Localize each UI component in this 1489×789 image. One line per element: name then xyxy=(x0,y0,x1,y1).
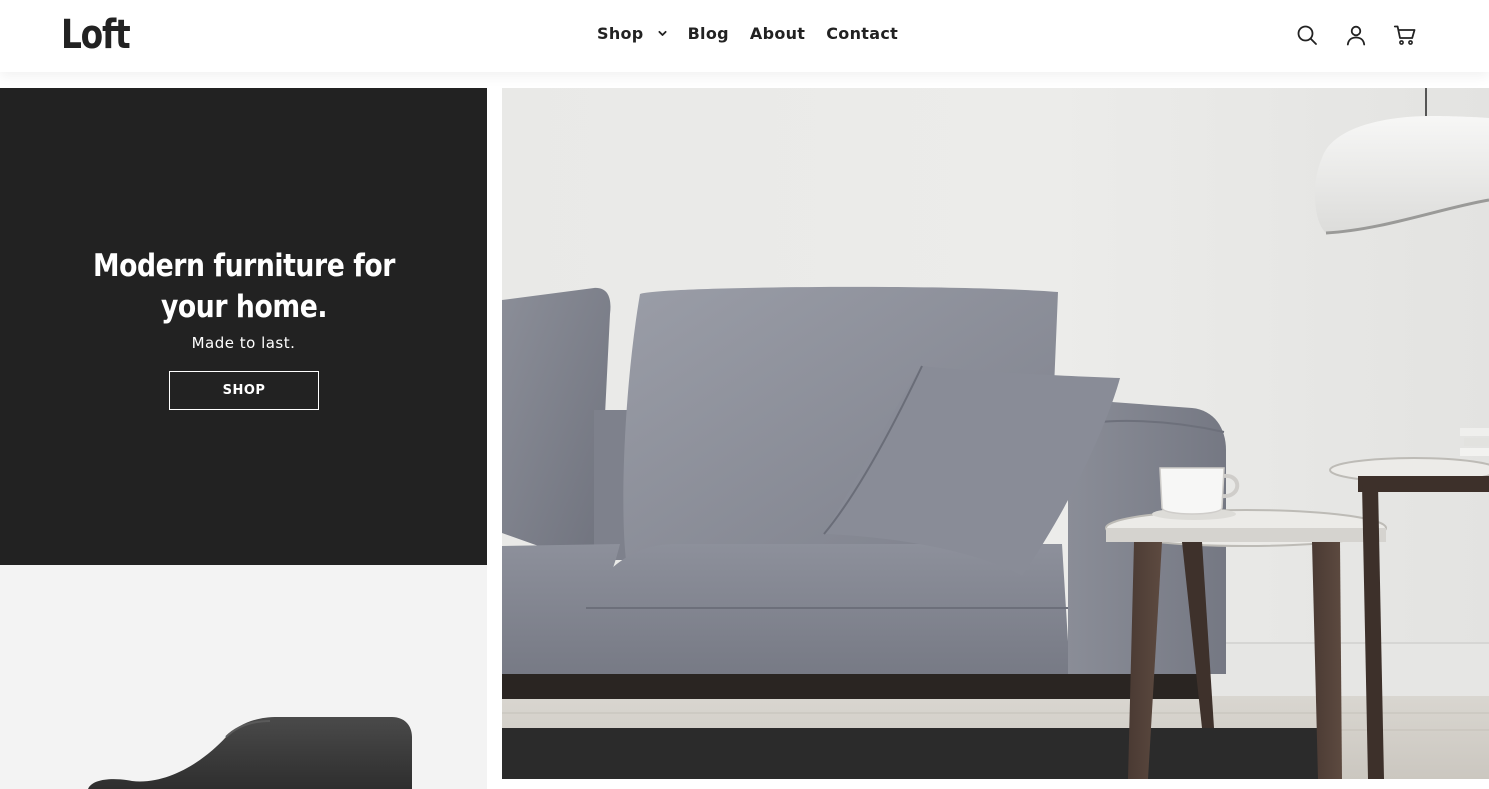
brand-logo[interactable]: Loft xyxy=(61,12,131,58)
account-icon[interactable] xyxy=(1344,23,1368,47)
nav-item-blog[interactable]: Blog xyxy=(688,24,729,43)
nav-item-shop[interactable]: Shop xyxy=(597,24,667,43)
nav-item-label: Shop xyxy=(597,24,644,43)
shop-button[interactable]: SHOP xyxy=(169,371,319,410)
hero-title: Modern furniture for your home. xyxy=(0,246,487,328)
nav-item-label: Blog xyxy=(687,24,729,43)
nav-item-label: About xyxy=(749,24,806,43)
hero-image xyxy=(502,88,1489,779)
nav-item-about[interactable]: About xyxy=(750,24,805,43)
search-icon[interactable] xyxy=(1295,23,1319,47)
cart-icon[interactable] xyxy=(1393,23,1417,47)
chair-image xyxy=(88,717,412,789)
hero-subtitle: Made to last. xyxy=(191,334,296,352)
main-nav: Shop Blog About Contact xyxy=(597,24,898,43)
secondary-product-panel[interactable] xyxy=(0,565,487,789)
site-header: Loft Shop Blog About Contact xyxy=(0,0,1489,72)
header-actions xyxy=(1270,23,1417,47)
chevron-down-icon xyxy=(658,30,667,36)
hero-title-text: Modern furniture for your home. xyxy=(92,248,395,325)
sofa-scene-illustration xyxy=(502,88,1489,779)
nav-item-contact[interactable]: Contact xyxy=(826,24,898,43)
nav-item-label: Contact xyxy=(826,24,899,43)
hero-text-panel: Modern furniture for your home. Made to … xyxy=(0,88,487,565)
